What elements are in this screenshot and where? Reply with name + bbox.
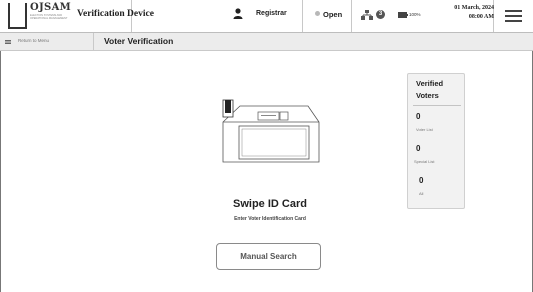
page-title: Voter Verification (104, 36, 174, 46)
poll-status: Open (303, 0, 352, 32)
logo-text: OJSAM (30, 2, 71, 13)
top-bar: OJSAM ELECTION SYSTEMS AND OPERATIONAL M… (0, 0, 533, 33)
datetime: 01 March, 2024 08:00 AM (436, 4, 494, 22)
voter-list-count: 0 (416, 112, 421, 121)
manual-search-button[interactable]: Manual Search (216, 243, 321, 270)
back-arrow-icon[interactable] (5, 40, 11, 44)
hamburger-menu-icon (505, 10, 522, 22)
special-list-count: 0 (416, 144, 421, 153)
system-status: 3 100% 01 March, 2024 08:00 AM (352, 0, 494, 32)
special-list-label: Special List (414, 159, 435, 164)
date-label: 01 March, 2024 (454, 5, 494, 11)
verified-voters-title: Verified Voters (416, 79, 444, 100)
swipe-instruction-title: Swipe ID Card (233, 198, 307, 210)
battery-icon (398, 12, 408, 18)
device-title: Verification Device (77, 9, 154, 19)
role-label: Registrar (256, 10, 287, 17)
pending-count-badge: 3 (376, 10, 385, 19)
panel-divider (413, 105, 461, 106)
return-to-menu-link[interactable]: Return to Menu (18, 38, 49, 43)
time-label: 08:00 AM (468, 14, 494, 20)
swipe-instruction-subtitle: Enter Voter Identification Card (234, 216, 306, 222)
poll-status-label: Open (323, 10, 343, 19)
voter-list-label: Voter List (416, 127, 433, 132)
role-indicator[interactable]: Registrar (225, 0, 303, 32)
logo-subtext: ELECTION SYSTEMS AND OPERATIONAL MANAGEM… (30, 14, 68, 20)
user-icon (233, 8, 243, 19)
logo-mark-icon (8, 3, 27, 29)
divider (93, 33, 94, 51)
battery-label: 100% (409, 12, 421, 17)
verified-voters-panel: Verified Voters 0 Voter List 0 Special L… (407, 73, 465, 209)
sub-bar: Return to Menu Voter Verification (0, 33, 533, 51)
all-label: All (419, 191, 424, 196)
status-dot-icon (315, 11, 320, 16)
card-reader-illustration (222, 99, 320, 163)
menu-button[interactable] (494, 0, 533, 32)
network-icon (361, 10, 373, 20)
all-count: 0 (419, 176, 424, 185)
